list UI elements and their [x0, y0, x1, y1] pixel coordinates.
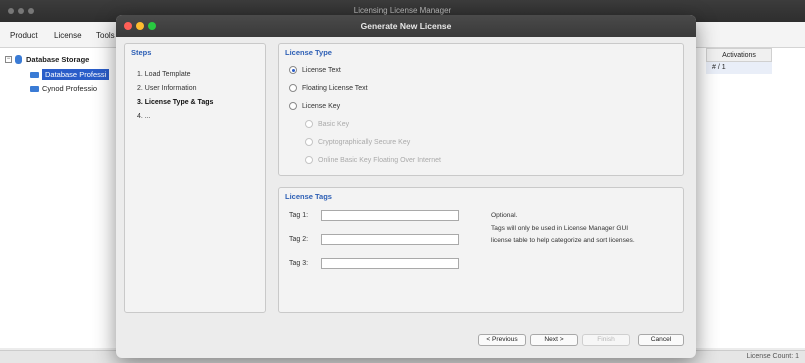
tree-item-label: Database Professi [42, 69, 110, 80]
dialog-title: Generate New License [360, 21, 452, 31]
tag-3-input[interactable] [321, 258, 459, 269]
secure-key-radio: Cryptographically Secure Key [305, 138, 410, 146]
tag-3-label: Tag 3: [289, 260, 309, 267]
license-text-radio[interactable]: License Text [289, 66, 341, 74]
steps-header: Steps [131, 48, 152, 57]
dialog-titlebar: Generate New License [116, 15, 696, 37]
tag-2-label: Tag 2: [289, 236, 309, 243]
activations-column-header[interactable]: Activations [706, 48, 772, 62]
license-type-panel: License Type License Text Floating Licen… [278, 43, 684, 176]
cancel-button[interactable]: Cancel [638, 334, 684, 346]
radio-icon [305, 156, 313, 164]
tags-note-line-2: license table to help categorize and sor… [491, 237, 635, 244]
activations-cell[interactable]: # / 1 [706, 62, 772, 74]
radio-label: Basic Key [318, 120, 350, 128]
step-next: 4. ... [137, 113, 151, 120]
steps-panel: Steps 1. Load Template 2. User Informati… [124, 43, 266, 313]
license-table [695, 48, 805, 348]
menu-tools[interactable]: Tools [96, 31, 115, 40]
radio-label: License Text [302, 66, 341, 74]
license-tags-header: License Tags [285, 192, 332, 201]
license-key-radio[interactable]: License Key [289, 102, 340, 110]
step-user-information: 2. User Information [137, 85, 197, 92]
tags-note-line-1: Tags will only be used in License Manage… [491, 224, 629, 232]
license-key-icon [30, 85, 39, 92]
radio-label: License Key [302, 102, 341, 110]
license-tree: − Database Storage Database Professi Cyn… [0, 48, 120, 348]
radio-label: Cryptographically Secure Key [318, 138, 411, 146]
license-tags-panel: License Tags Tag 1: Tag 2: Tag 3: Option… [278, 187, 684, 313]
previous-button[interactable]: < Previous [478, 334, 526, 346]
basic-key-radio: Basic Key [305, 120, 349, 128]
tree-root-label: Database Storage [26, 55, 90, 64]
status-text: License Count: 1 [746, 353, 799, 360]
radio-icon[interactable] [289, 84, 297, 92]
generate-license-dialog: Generate New License Steps 1. Load Templ… [116, 15, 696, 358]
radio-label: Floating License Text [302, 84, 368, 92]
tree-item-label: Cynod Professio [42, 84, 98, 93]
menu-license[interactable]: License [54, 31, 82, 40]
radio-checked-icon[interactable] [289, 66, 297, 74]
online-floating-key-radio: Online Basic Key Floating Over Internet [305, 156, 441, 164]
next-button[interactable]: Next > [530, 334, 578, 346]
radio-icon [305, 120, 313, 128]
step-load-template: 1. Load Template [137, 71, 191, 78]
license-key-icon [30, 71, 39, 78]
tree-item[interactable]: Database Professi [30, 69, 110, 80]
menu-product[interactable]: Product [10, 31, 38, 40]
collapse-icon[interactable]: − [5, 56, 12, 63]
floating-license-text-radio[interactable]: Floating License Text [289, 84, 368, 92]
tags-note-title: Optional. [491, 212, 518, 219]
radio-icon [305, 138, 313, 146]
tree-root[interactable]: − Database Storage [5, 55, 89, 64]
license-type-header: License Type [285, 48, 332, 57]
tags-help-text: Optional. Tags will only be used in Lice… [491, 210, 681, 248]
tag-1-input[interactable] [321, 210, 459, 221]
tree-item[interactable]: Cynod Professio [30, 84, 97, 93]
tag-2-input[interactable] [321, 234, 459, 245]
radio-icon[interactable] [289, 102, 297, 110]
finish-button: Finish [582, 334, 630, 346]
radio-label: Online Basic Key Floating Over Internet [318, 156, 441, 164]
tag-1-label: Tag 1: [289, 212, 309, 219]
step-license-type-tags: 3. License Type & Tags [137, 99, 214, 106]
main-window-title: Licensing License Manager [353, 6, 452, 15]
database-icon [15, 55, 22, 64]
